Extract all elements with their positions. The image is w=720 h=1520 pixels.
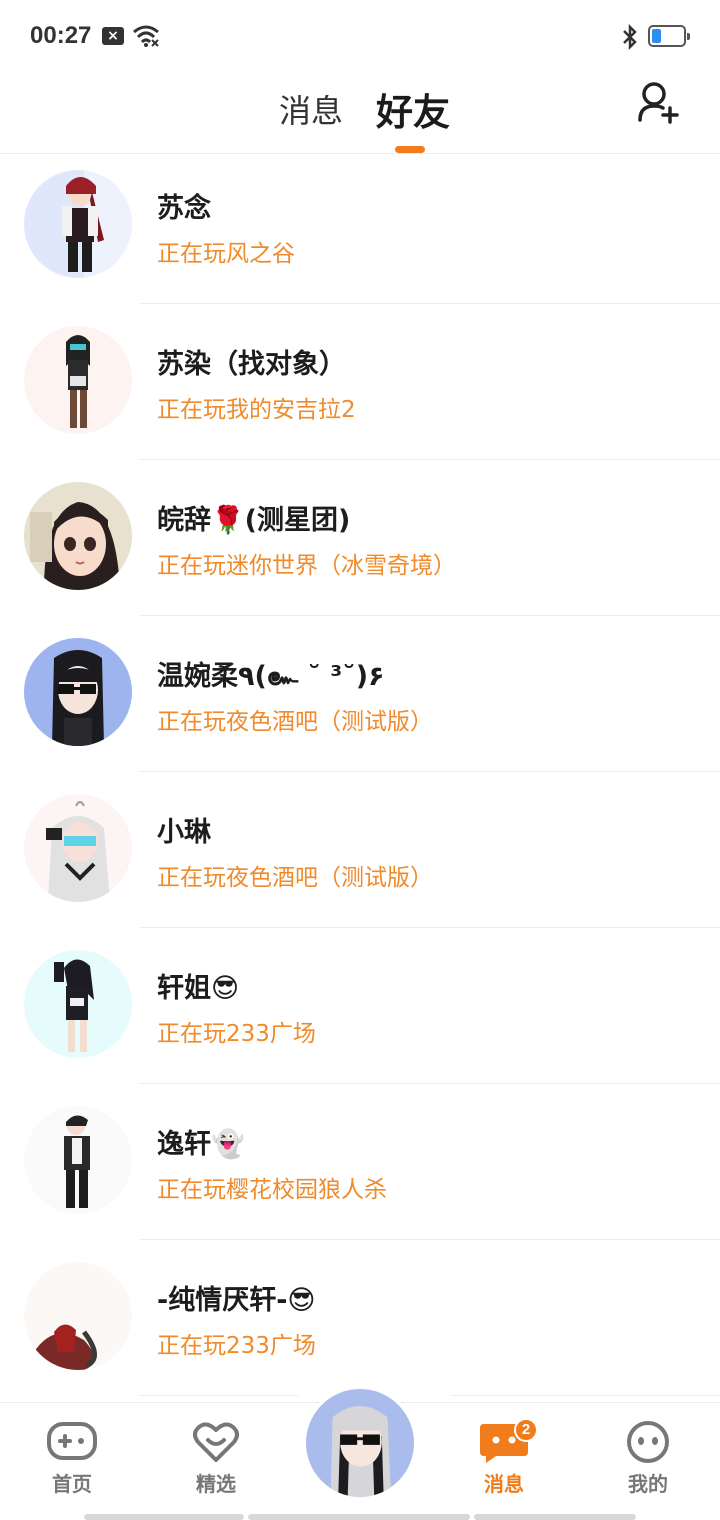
friend-avatar[interactable] — [24, 950, 132, 1058]
friend-avatar[interactable] — [24, 482, 132, 590]
bluetooth-icon — [623, 24, 637, 50]
friend-row[interactable]: 温婉柔٩(๛ ˘ ³˘)۶ 正在玩夜色酒吧（测试版） — [0, 616, 720, 772]
nav-messages[interactable]: 2 消息 — [454, 1418, 554, 1497]
friend-status: 正在玩风之谷 — [157, 241, 295, 267]
friend-avatar[interactable] — [24, 1106, 132, 1214]
friend-status: 正在玩夜色酒吧（测试版） — [157, 709, 433, 735]
status-time: 00:27 — [30, 22, 92, 49]
friend-name: 温婉柔٩(๛ ˘ ³˘)۶ — [157, 661, 385, 692]
close-box-icon: × — [102, 27, 124, 45]
friend-avatar[interactable] — [24, 326, 132, 434]
friend-name: 苏染（找对象） — [157, 349, 346, 380]
friend-list: 苏念 正在玩风之谷 苏染（找对象） 正在玩我的安吉拉2 皖辞🌹(测星团) 正在玩… — [0, 148, 720, 1396]
friend-row[interactable]: 逸轩👻 正在玩樱花校园狼人杀 — [0, 1084, 720, 1240]
status-bar: 00:27 × — [0, 0, 720, 72]
wifi-icon — [133, 25, 159, 47]
friend-status: 正在玩233广场 — [157, 1333, 316, 1359]
friend-name: 小琳 — [157, 817, 211, 848]
nav-label: 精选 — [196, 1472, 236, 1496]
battery-icon — [648, 25, 690, 47]
tab-friends[interactable]: 好友 — [376, 82, 450, 136]
friend-row[interactable]: 皖辞🌹(测星团) 正在玩迷你世界（冰雪奇境） — [0, 460, 720, 616]
nav-home[interactable]: 首页 — [22, 1420, 122, 1497]
gesture-bar-segment — [84, 1514, 244, 1520]
tab-messages[interactable]: 消息 — [279, 86, 343, 132]
message-count-badge: 2 — [514, 1418, 538, 1442]
friend-name: 轩姐😎 — [157, 973, 240, 1004]
heart-icon — [193, 1422, 239, 1462]
smiley-face-icon — [627, 1421, 669, 1463]
friend-status: 正在玩樱花校园狼人杀 — [157, 1177, 387, 1203]
friend-avatar[interactable] — [24, 170, 132, 278]
header: 消息 好友 — [0, 72, 720, 154]
friend-row[interactable]: 苏染（找对象） 正在玩我的安吉拉2 — [0, 304, 720, 460]
friend-avatar[interactable] — [24, 794, 132, 902]
nav-featured[interactable]: 精选 — [166, 1420, 266, 1497]
friend-row[interactable]: 轩姐😎 正在玩233广场 — [0, 928, 720, 1084]
friend-row[interactable]: 苏念 正在玩风之谷 — [0, 148, 720, 304]
friend-row[interactable]: 小琳 正在玩夜色酒吧（测试版） — [0, 772, 720, 928]
center-avatar-button[interactable] — [303, 1386, 417, 1500]
friend-status: 正在玩迷你世界（冰雪奇境） — [157, 553, 456, 579]
friend-name: 皖辞🌹(测星团) — [157, 505, 351, 536]
nav-label: 我的 — [628, 1472, 668, 1496]
friend-avatar[interactable] — [24, 1262, 132, 1370]
gesture-bar-segment — [474, 1514, 636, 1520]
friend-name: -纯情厌轩-😎 — [157, 1285, 316, 1316]
friend-status: 正在玩夜色酒吧（测试版） — [157, 865, 433, 891]
friend-avatar[interactable] — [24, 638, 132, 746]
gesture-bar-segment — [248, 1514, 470, 1520]
battery-fill — [652, 29, 661, 43]
gamepad-icon — [47, 1422, 97, 1460]
friend-status: 正在玩我的安吉拉2 — [157, 397, 356, 423]
nav-label: 首页 — [52, 1472, 92, 1496]
nav-label: 消息 — [484, 1472, 524, 1496]
add-user-icon[interactable] — [634, 78, 682, 126]
nav-mine[interactable]: 我的 — [598, 1420, 698, 1497]
friend-status: 正在玩233广场 — [157, 1021, 316, 1047]
friend-name: 逸轩👻 — [157, 1129, 245, 1160]
friend-name: 苏念 — [157, 193, 211, 224]
